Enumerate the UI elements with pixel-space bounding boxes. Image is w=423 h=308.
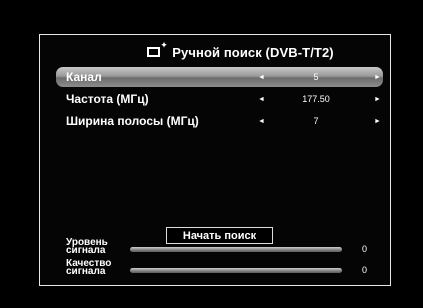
channel-label: Канал — [66, 70, 102, 84]
signal-quality-value: 0 — [362, 265, 368, 275]
settings-list: Канал ◄ 5 ► Частота (МГц) ◄ 177.50 ► Шир… — [56, 67, 383, 133]
tv-screen: ✦ Ручной поиск (DVB-T/T2) Канал ◄ 5 ► Ча… — [0, 0, 423, 308]
channel-row[interactable]: Канал ◄ 5 ► — [56, 67, 383, 87]
signal-quality-bar — [130, 268, 342, 273]
manual-search-panel: ✦ Ручной поиск (DVB-T/T2) Канал ◄ 5 ► Ча… — [39, 34, 391, 286]
bandwidth-label: Ширина полосы (МГц) — [66, 114, 199, 128]
frequency-row[interactable]: Частота (МГц) ◄ 177.50 ► — [56, 89, 383, 109]
bandwidth-row[interactable]: Ширина полосы (МГц) ◄ 7 ► — [56, 111, 383, 131]
frequency-value: 177.50 — [302, 94, 330, 104]
channel-value: 5 — [313, 72, 319, 82]
signal-quality-label: Качество сигнала — [66, 259, 128, 277]
arrow-left-icon[interactable]: ◄ — [258, 74, 265, 81]
signal-level-label: Уровень сигнала — [66, 238, 128, 256]
signal-level-bar — [130, 247, 342, 252]
tv-search-icon: ✦ — [146, 41, 168, 60]
bandwidth-value: 7 — [313, 116, 319, 126]
signal-quality-label-line2: сигнала — [66, 266, 106, 277]
page-title: Ручной поиск (DVB-T/T2) — [172, 44, 334, 60]
frequency-label: Частота (МГц) — [66, 92, 149, 106]
arrow-left-icon[interactable]: ◄ — [258, 118, 265, 125]
signal-level-label-line2: сигнала — [66, 245, 106, 256]
signal-quality-meter: Качество сигнала 0 — [66, 259, 386, 280]
signal-level-value: 0 — [362, 244, 368, 254]
panel-header: ✦ Ручной поиск (DVB-T/T2) — [40, 41, 390, 63]
arrow-right-icon[interactable]: ► — [374, 96, 381, 103]
arrow-right-icon[interactable]: ► — [374, 74, 381, 81]
arrow-right-icon[interactable]: ► — [374, 118, 381, 125]
signal-level-meter: Уровень сигнала 0 — [66, 238, 386, 259]
arrow-left-icon[interactable]: ◄ — [258, 96, 265, 103]
